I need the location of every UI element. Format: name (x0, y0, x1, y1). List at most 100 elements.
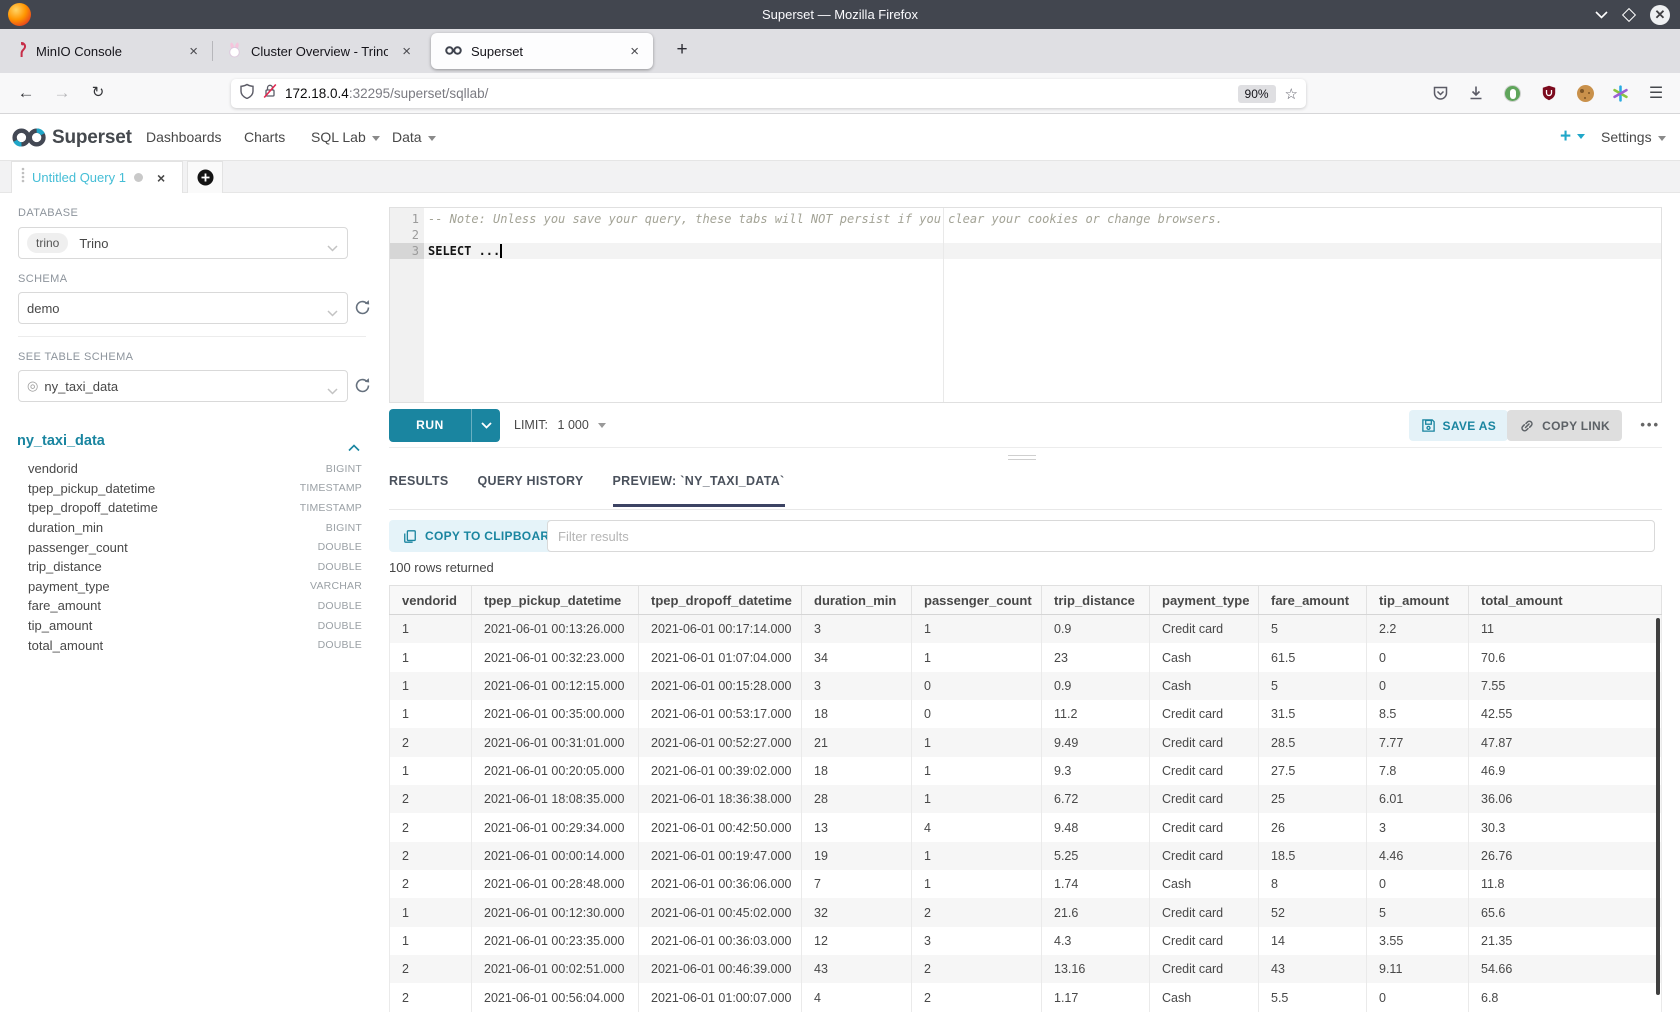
copy-to-clipboard-button[interactable]: COPY TO CLIPBOARD (389, 520, 572, 552)
run-button[interactable]: RUN (389, 409, 500, 442)
table-row: 22021-06-01 00:31:01.0002021-06-01 00:52… (389, 728, 1662, 756)
table-cell: 65.6 (1469, 898, 1662, 926)
table-row: 12021-06-01 00:12:30.0002021-06-01 00:45… (389, 898, 1662, 926)
collapse-table-icon[interactable] (348, 439, 360, 457)
pocket-icon[interactable] (1429, 82, 1451, 104)
column-type: TIMESTAMP (300, 502, 362, 514)
query-tab-active[interactable]: Untitled Query 1 × (11, 161, 183, 193)
column-header[interactable]: payment_type (1150, 586, 1259, 614)
line-number: 2 (390, 227, 424, 243)
bookmark-star-icon[interactable]: ☆ (1285, 85, 1298, 103)
forward-button[interactable]: → (48, 73, 76, 113)
run-options-caret[interactable] (471, 409, 500, 442)
schema-column-row[interactable]: duration_minBIGINT (28, 518, 362, 538)
table-cell: Credit card (1150, 955, 1259, 983)
table-cell: 1.17 (1042, 983, 1150, 1011)
column-header[interactable]: trip_distance (1042, 586, 1150, 614)
table-cell: 2 (912, 983, 1042, 1011)
nav-item-data[interactable]: Data (392, 114, 436, 161)
reload-button[interactable]: ↻ (84, 73, 112, 113)
window-close-icon[interactable]: ✕ (1650, 5, 1670, 25)
column-header[interactable]: vendorid (389, 586, 472, 614)
superset-brand[interactable]: Superset (52, 114, 132, 161)
table-select[interactable]: ◎ ny_taxi_data (18, 370, 348, 402)
cookie-icon[interactable] (1574, 82, 1596, 104)
window-minimize-icon[interactable] (1595, 6, 1608, 24)
extension-icon[interactable] (1501, 82, 1523, 104)
schema-column-row[interactable]: tpep_pickup_datetimeTIMESTAMP (28, 479, 362, 499)
table-cell: Cash (1150, 870, 1259, 898)
browser-tab-superset[interactable]: Superset × (431, 33, 653, 69)
add-query-tab-button[interactable] (187, 161, 223, 193)
shield-icon[interactable] (239, 83, 255, 104)
schema-column-row[interactable]: payment_typeVARCHAR (28, 577, 362, 597)
add-new-button[interactable]: + (1560, 114, 1585, 161)
url-text[interactable]: 172.18.0.4:32295/superset/sqllab/ (285, 86, 488, 101)
table-cell: 21.35 (1469, 927, 1662, 955)
lock-insecure-icon[interactable] (262, 83, 278, 104)
tab-preview[interactable]: PREVIEW: `NY_TAXI_DATA` (613, 474, 785, 507)
back-button[interactable]: ← (12, 73, 40, 113)
table-row: 22021-06-01 00:02:51.0002021-06-01 00:46… (389, 955, 1662, 983)
column-type: BIGINT (326, 463, 362, 475)
database-select[interactable]: trino Trino (18, 227, 348, 259)
nav-item-charts[interactable]: Charts (244, 114, 285, 161)
column-header[interactable]: tip_amount (1367, 586, 1469, 614)
refresh-schemas-icon[interactable] (354, 299, 372, 317)
schema-column-row[interactable]: vendoridBIGINT (28, 459, 362, 479)
table-scrollbar[interactable] (1656, 618, 1660, 995)
browser-tab-minio[interactable]: MinIO Console × (0, 29, 212, 73)
browser-tab-trino[interactable]: Cluster Overview - Trino × (213, 29, 425, 73)
column-header[interactable]: total_amount (1469, 586, 1662, 614)
filter-results-input[interactable] (547, 520, 1655, 552)
run-button-label[interactable]: RUN (389, 409, 471, 442)
table-cell: 28.5 (1259, 728, 1367, 756)
tab-close-icon[interactable]: × (398, 43, 415, 60)
downloads-icon[interactable] (1465, 82, 1487, 104)
resize-handle[interactable] (1008, 452, 1036, 460)
column-header[interactable]: fare_amount (1259, 586, 1367, 614)
table-cell: 3 (912, 927, 1042, 955)
schema-select[interactable]: demo (18, 292, 348, 324)
column-header[interactable]: tpep_dropoff_datetime (639, 586, 802, 614)
limit-dropdown[interactable]: LIMIT: 1 000 (514, 403, 606, 448)
url-bar[interactable]: 172.18.0.4:32295/superset/sqllab/ 90% ☆ (231, 79, 1306, 108)
tab-results[interactable]: RESULTS (389, 474, 449, 507)
schema-column-row[interactable]: trip_distanceDOUBLE (28, 557, 362, 577)
schema-column-row[interactable]: fare_amountDOUBLE (28, 596, 362, 616)
schema-column-row[interactable]: total_amountDOUBLE (28, 635, 362, 655)
copy-link-button[interactable]: COPY LINK (1507, 410, 1622, 441)
query-tab-close-icon[interactable]: × (157, 170, 165, 186)
schema-column-row[interactable]: passenger_countDOUBLE (28, 537, 362, 557)
menu-hamburger-icon[interactable]: ☰ (1645, 82, 1667, 104)
column-header[interactable]: duration_min (802, 586, 912, 614)
nav-item-dashboards[interactable]: Dashboards (146, 114, 222, 161)
multi-account-icon[interactable] (1609, 82, 1631, 104)
chevron-down-icon (1577, 134, 1585, 139)
new-tab-button[interactable]: + (667, 36, 697, 66)
tab-close-icon[interactable]: × (185, 43, 202, 60)
save-as-button[interactable]: SAVE AS (1409, 410, 1508, 441)
nav-item-sql-lab[interactable]: SQL Lab (311, 114, 380, 161)
schema-column-row[interactable]: tip_amountDOUBLE (28, 616, 362, 636)
window-maximize-icon[interactable] (1622, 7, 1636, 21)
page-zoom-badge[interactable]: 90% (1238, 85, 1276, 103)
drag-handle-icon[interactable] (21, 167, 25, 188)
settings-menu[interactable]: Settings (1601, 114, 1666, 161)
sql-editor[interactable]: 1 2 3 -- Note: Unless you save your quer… (389, 207, 1662, 403)
column-header[interactable]: passenger_count (912, 586, 1042, 614)
table-cell: Credit card (1150, 813, 1259, 841)
schema-column-list: vendoridBIGINTtpep_pickup_datetimeTIMEST… (28, 459, 362, 655)
schema-column-row[interactable]: tpep_dropoff_datetimeTIMESTAMP (28, 498, 362, 518)
ublock-icon[interactable] (1538, 82, 1560, 104)
tab-close-icon[interactable]: × (626, 43, 643, 60)
more-options-button[interactable]: ••• (1640, 410, 1660, 441)
browser-tabstrip: MinIO Console × Cluster Overview - Trino… (0, 29, 1680, 73)
table-cell: 2021-06-01 00:28:48.000 (472, 870, 639, 898)
tab-query-history[interactable]: QUERY HISTORY (478, 474, 584, 507)
editor-lines[interactable]: -- Note: Unless you save your query, the… (424, 211, 1661, 259)
superset-logo-icon[interactable] (11, 126, 49, 154)
column-header[interactable]: tpep_pickup_datetime (472, 586, 639, 614)
table-schema-title[interactable]: ny_taxi_data (17, 433, 105, 449)
refresh-tables-icon[interactable] (354, 377, 372, 395)
